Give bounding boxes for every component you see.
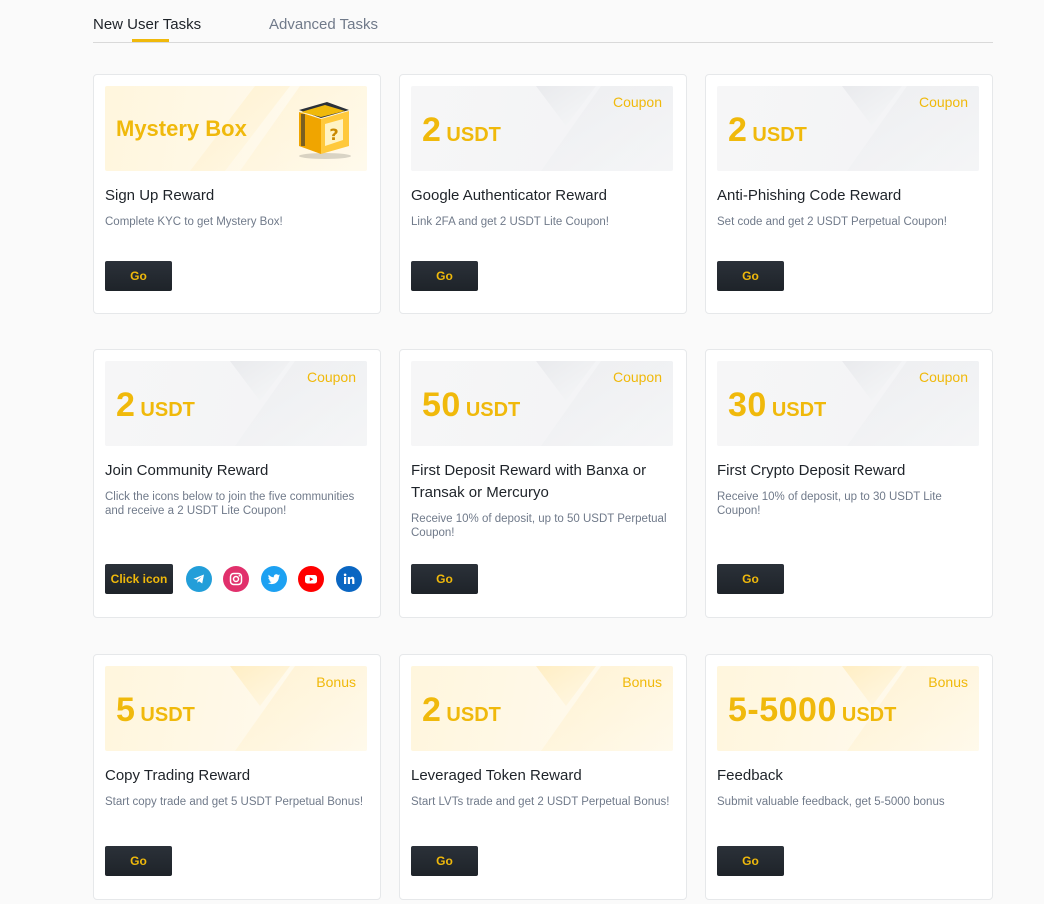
reward-type-label: Bonus <box>316 674 356 690</box>
click-icon-button[interactable]: Click icon <box>105 564 173 594</box>
card-description: Set code and get 2 USDT Perpetual Coupon… <box>717 216 947 228</box>
instagram-icon[interactable] <box>223 566 249 592</box>
tab-advanced-tasks[interactable]: Advanced Tasks <box>269 16 378 34</box>
go-button[interactable]: Go <box>717 564 784 594</box>
coupon-banner: Coupon 2 USDT <box>105 361 367 446</box>
reward-amount: 2 USDT <box>728 111 807 149</box>
reward-amount: 2 USDT <box>422 691 501 729</box>
active-tab-indicator <box>132 39 169 42</box>
svg-text:?: ? <box>329 125 338 144</box>
go-button[interactable]: Go <box>717 261 784 291</box>
mystery-box-label: Mystery Box <box>116 116 247 141</box>
task-card-copy-trading: Bonus 5 USDT Copy Trading Reward Start co… <box>93 654 381 900</box>
card-title: Sign Up Reward <box>105 187 215 204</box>
card-title: First Deposit Reward with Banxa or Trans… <box>411 462 647 501</box>
youtube-icon[interactable] <box>298 566 324 592</box>
card-title: Anti-Phishing Code Reward <box>717 187 902 204</box>
mystery-box-banner: Mystery Box ? <box>105 86 367 171</box>
reward-amount: 2 USDT <box>116 386 195 424</box>
card-title: Copy Trading Reward <box>105 767 251 784</box>
coupon-banner: Coupon 30 USDT <box>717 361 979 446</box>
card-title: Join Community Reward <box>105 462 269 479</box>
coupon-banner: Coupon 2 USDT <box>717 86 979 171</box>
bonus-banner: Bonus 2 USDT <box>411 666 673 751</box>
go-button[interactable]: Go <box>105 261 172 291</box>
coupon-banner: Coupon 50 USDT <box>411 361 673 446</box>
reward-amount: 2 USDT <box>422 111 501 149</box>
card-title: Feedback <box>717 767 783 784</box>
reward-type-label: Bonus <box>928 674 968 690</box>
reward-type-label: Coupon <box>918 94 968 110</box>
card-description: Link 2FA and get 2 USDT Lite Coupon! <box>411 216 609 228</box>
card-title: Google Authenticator Reward <box>411 187 607 204</box>
task-tabs: New User Tasks Advanced Tasks <box>93 0 993 43</box>
tab-new-user-tasks[interactable]: New User Tasks <box>93 16 201 34</box>
reward-amount: 30 USDT <box>728 386 827 424</box>
card-description: Submit valuable feedback, get 5-5000 bon… <box>717 796 945 808</box>
linkedin-icon[interactable] <box>336 566 362 592</box>
mystery-box-icon: ? <box>299 102 351 159</box>
bonus-banner: Bonus 5 USDT <box>105 666 367 751</box>
twitter-icon[interactable] <box>261 566 287 592</box>
go-button[interactable]: Go <box>411 846 478 876</box>
go-button[interactable]: Go <box>105 846 172 876</box>
bonus-banner: Bonus 5-5000 USDT <box>717 666 979 751</box>
task-card-join-community: Coupon 2 USDT Join Community Reward Click… <box>93 349 381 618</box>
task-card-first-deposit: Coupon 50 USDT First Deposit Reward with … <box>399 349 687 618</box>
card-description: Complete KYC to get Mystery Box! <box>105 216 283 228</box>
card-description: Start copy trade and get 5 USDT Perpetua… <box>105 796 364 808</box>
reward-type-label: Coupon <box>918 369 968 385</box>
reward-amount: 5-5000 USDT <box>728 691 897 729</box>
coupon-banner: Coupon 2 USDT <box>411 86 673 171</box>
reward-amount: 50 USDT <box>422 386 521 424</box>
telegram-icon[interactable] <box>186 566 212 592</box>
card-description: Click the icons below to join the five c… <box>105 491 355 517</box>
task-card-google-authenticator: Coupon 2 USDT Google Authenticator Reward… <box>399 74 687 314</box>
card-description: Receive 10% of deposit, up to 50 USDT Pe… <box>411 513 667 539</box>
reward-type-label: Bonus <box>622 674 662 690</box>
go-button[interactable]: Go <box>717 846 784 876</box>
reward-type-label: Coupon <box>306 369 356 385</box>
task-card-feedback: Bonus 5-5000 USDT Feedback Submit valuabl… <box>705 654 993 900</box>
reward-type-label: Coupon <box>612 369 662 385</box>
card-description: Start LVTs trade and get 2 USDT Perpetua… <box>411 796 670 808</box>
task-card-leveraged-token: Bonus 2 USDT Leveraged Token Reward Start… <box>399 654 687 900</box>
task-card-anti-phishing: Coupon 2 USDT Anti-Phishing Code Reward S… <box>705 74 993 314</box>
reward-type-label: Coupon <box>612 94 662 110</box>
card-description: Receive 10% of deposit, up to 30 USDT Li… <box>717 491 942 517</box>
reward-amount: 5 USDT <box>116 691 195 729</box>
task-card-sign-up: Mystery Box ? Sign Up Reward Complete KY… <box>93 74 381 314</box>
card-title: Leveraged Token Reward <box>411 767 582 784</box>
go-button[interactable]: Go <box>411 261 478 291</box>
card-title: First Crypto Deposit Reward <box>717 462 906 479</box>
task-card-first-crypto-deposit: Coupon 30 USDT First Crypto Deposit Rewar… <box>705 349 993 618</box>
go-button[interactable]: Go <box>411 564 478 594</box>
